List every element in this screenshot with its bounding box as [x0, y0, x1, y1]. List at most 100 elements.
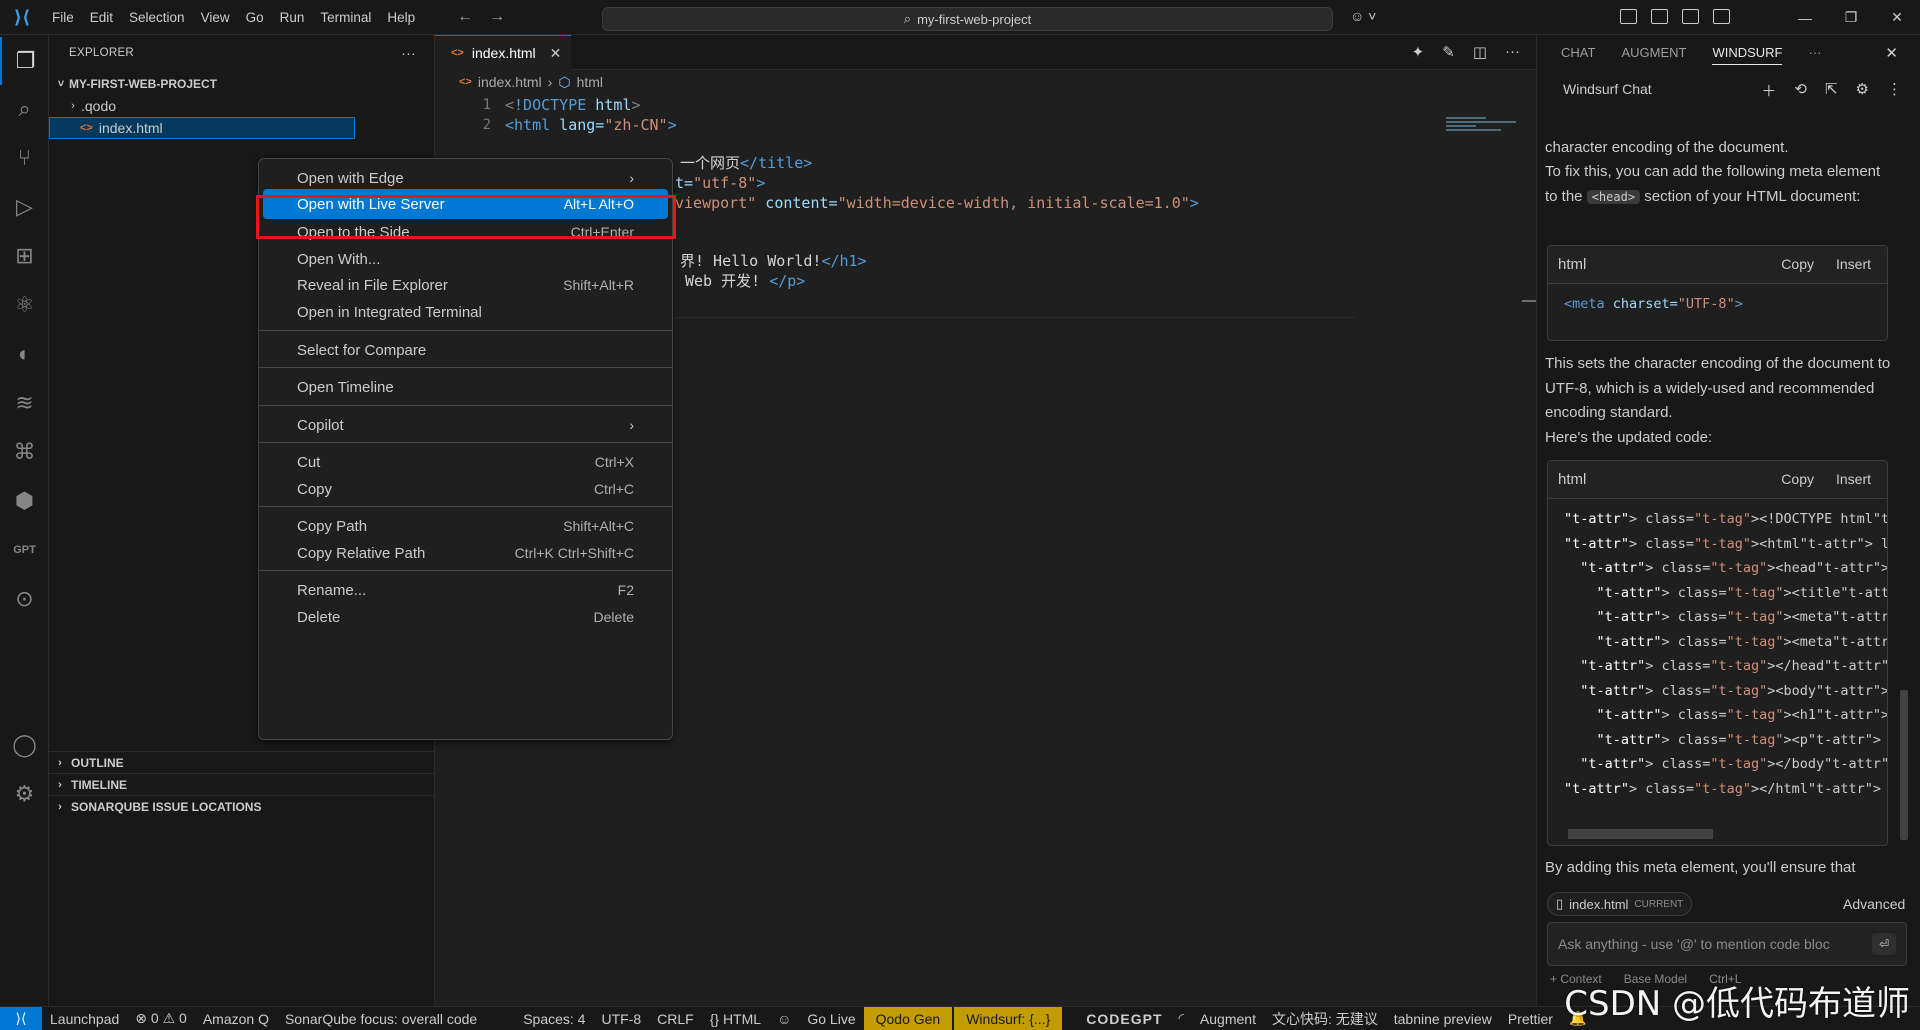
wave-icon[interactable]: ≋ — [0, 379, 49, 427]
tree-item-index-html[interactable]: <> index.html — [49, 117, 355, 139]
send-icon[interactable]: ⏎ — [1872, 933, 1896, 955]
menu-item-open-with-live-server[interactable]: Open with Live Server Alt+L Alt+O — [263, 189, 668, 219]
status-eol[interactable]: CRLF — [649, 1011, 702, 1027]
settings-gear-icon[interactable]: ⚙ — [0, 770, 49, 818]
menu-item-rename[interactable]: Rename... F2 — [263, 575, 668, 605]
react-icon[interactable]: ⚛ — [0, 281, 49, 329]
minimap[interactable] — [1446, 115, 1516, 139]
python-icon[interactable]: ⌘ — [0, 428, 49, 476]
status-amazon-q[interactable]: Amazon Q — [195, 1011, 277, 1027]
menu-selection[interactable]: Selection — [121, 0, 193, 35]
menu-terminal[interactable]: Terminal — [312, 0, 379, 35]
status-problems[interactable]: ⊗ 0 ⚠ 0 — [127, 1010, 195, 1027]
menu-item-delete[interactable]: Delete Delete — [263, 602, 668, 632]
hexagon-icon[interactable]: ⬢ — [0, 477, 49, 525]
more-vertical-icon[interactable]: ⋮ — [1887, 80, 1902, 101]
insert-button[interactable]: Insert — [1836, 256, 1871, 272]
account-icon[interactable]: ◯ — [0, 721, 49, 769]
copy-button[interactable]: Copy — [1781, 471, 1814, 487]
menu-item-copy[interactable]: Copy Ctrl+C — [263, 474, 668, 504]
command-center-search[interactable]: ⌕ my-first-web-project — [602, 7, 1333, 31]
menu-item-reveal-in-explorer[interactable]: Reveal in File Explorer Shift+Alt+R — [263, 270, 668, 300]
status-launchpad[interactable]: Launchpad — [42, 1011, 127, 1027]
code-line-partial-p[interactable]: Web 开发! </p> — [685, 269, 805, 293]
copy-button[interactable]: Copy — [1781, 256, 1814, 272]
file-context-chip[interactable]: ▯ index.html CURRENT — [1547, 892, 1693, 916]
code-line-partial-viewport[interactable]: viewport" content="width=device-width, i… — [675, 191, 1199, 215]
status-tabnine[interactable]: tabnine preview — [1386, 1011, 1500, 1027]
status-codegpt[interactable]: CODEGPT — [1078, 1011, 1170, 1027]
git-graph-icon[interactable]: ⊙ — [0, 575, 49, 623]
menu-help[interactable]: Help — [379, 0, 423, 35]
menu-run[interactable]: Run — [272, 0, 313, 35]
search-icon[interactable]: ⌕ — [0, 85, 49, 133]
close-window-icon[interactable]: ✕ — [1874, 0, 1920, 35]
section-timeline[interactable]: › TIMELINE — [49, 773, 435, 795]
copilot-icon[interactable]: ☺ ˅ — [1350, 8, 1376, 24]
menu-item-open-to-side[interactable]: Open to the Side Ctrl+Enter — [263, 217, 668, 247]
code-line-2[interactable]: <html lang="zh-CN"> — [505, 113, 677, 137]
panel-tab-chat[interactable]: CHAT — [1561, 45, 1595, 60]
menu-item-open-in-terminal[interactable]: Open in Integrated Terminal — [263, 297, 668, 327]
pen-icon[interactable]: ✎ — [1442, 43, 1455, 61]
breadcrumb-symbol[interactable]: html — [577, 74, 603, 90]
project-root[interactable]: ˅ MY-FIRST-WEB-PROJECT — [49, 73, 435, 95]
chat-input[interactable]: Ask anything - use '@' to mention code b… — [1547, 922, 1907, 966]
menu-go[interactable]: Go — [238, 0, 272, 35]
tree-item-qodo[interactable]: › .qodo — [49, 95, 435, 117]
chat-scrollbar[interactable] — [1900, 690, 1908, 840]
more-actions-icon[interactable]: ··· — [1505, 43, 1520, 61]
sparkle-icon[interactable]: ✦ — [1412, 43, 1425, 61]
menu-item-cut[interactable]: Cut Ctrl+X — [263, 447, 668, 477]
status-language[interactable]: {} HTML — [702, 1011, 769, 1027]
menu-item-open-timeline[interactable]: Open Timeline — [263, 372, 668, 402]
status-spaces[interactable]: Spaces: 4 — [515, 1011, 593, 1027]
menu-view[interactable]: View — [193, 0, 238, 35]
open-external-icon[interactable]: ⇱ — [1825, 80, 1838, 101]
insert-button[interactable]: Insert — [1836, 471, 1871, 487]
remote-icon[interactable]: ⟩⟨ — [0, 1006, 42, 1030]
status-augment[interactable]: Augment — [1192, 1011, 1264, 1027]
menu-item-copilot[interactable]: Copilot › — [263, 410, 668, 440]
menu-edit[interactable]: Edit — [82, 0, 121, 35]
run-debug-icon[interactable]: ▷ — [0, 183, 49, 231]
history-icon[interactable]: ⟲ — [1794, 80, 1807, 101]
split-editor-icon[interactable]: ◫ — [1473, 43, 1487, 61]
customize-layout-icon[interactable] — [1620, 9, 1637, 24]
menu-file[interactable]: File — [44, 0, 82, 35]
status-go-live[interactable]: Go Live — [799, 1011, 863, 1027]
breadcrumb-file[interactable]: index.html — [478, 74, 542, 90]
toggle-panel-icon[interactable] — [1682, 9, 1699, 24]
codegpt-icon[interactable]: GPT — [0, 526, 49, 574]
status-sonarqube[interactable]: SonarQube focus: overall code — [277, 1011, 485, 1027]
advanced-link[interactable]: Advanced — [1843, 896, 1905, 912]
panel-tab-augment[interactable]: AUGMENT — [1621, 45, 1686, 60]
forward-arrow-icon[interactable]: → — [489, 8, 505, 26]
panel-tab-windsurf[interactable]: WINDSURF — [1712, 45, 1783, 65]
toggle-primary-sidebar-icon[interactable] — [1651, 9, 1668, 24]
back-arrow-icon[interactable]: ← — [457, 8, 473, 26]
status-encoding[interactable]: UTF-8 — [593, 1011, 649, 1027]
explorer-icon[interactable]: ❐ — [0, 37, 49, 85]
new-chat-icon[interactable]: ＋ — [1761, 80, 1776, 101]
menu-item-copy-relative-path[interactable]: Copy Relative Path Ctrl+K Ctrl+Shift+C — [263, 538, 668, 568]
section-outline[interactable]: › OUTLINE — [49, 751, 435, 773]
toggle-secondary-sidebar-icon[interactable] — [1713, 9, 1730, 24]
source-control-icon[interactable]: ⑂ — [0, 134, 49, 182]
tab-index-html[interactable]: <> index.html ✕ — [435, 35, 572, 70]
status-qodo-gen[interactable]: Qodo Gen — [863, 1006, 953, 1030]
more-actions-icon[interactable]: ··· — [1808, 45, 1821, 60]
more-actions-icon[interactable]: ··· — [401, 45, 416, 61]
extensions-icon[interactable]: ⊞ — [0, 232, 49, 280]
section-sonarqube[interactable]: › SONARQUBE ISSUE LOCATIONS — [49, 795, 435, 817]
status-prettier[interactable]: Prettier — [1500, 1011, 1561, 1027]
status-wenxin[interactable]: 文心快码: 无建议 — [1264, 1009, 1386, 1029]
menu-item-select-for-compare[interactable]: Select for Compare — [263, 335, 668, 365]
restore-icon[interactable]: ❐ — [1828, 0, 1874, 35]
close-tab-icon[interactable]: ✕ — [550, 45, 562, 62]
menu-item-copy-path[interactable]: Copy Path Shift+Alt+C — [263, 511, 668, 541]
horizontal-scrollbar[interactable] — [1568, 829, 1713, 839]
copilot-status-icon[interactable]: ☺ — [769, 1011, 799, 1027]
edge-icon[interactable]: ◐ — [0, 330, 49, 378]
minimize-icon[interactable]: — — [1782, 0, 1828, 35]
